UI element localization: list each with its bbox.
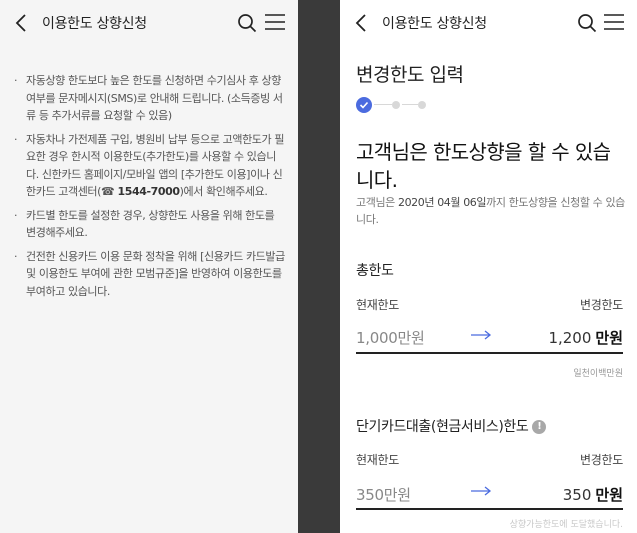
back-icon[interactable]: [352, 12, 372, 34]
section-title-total-limit: 총한도: [356, 263, 394, 279]
notice-list: 자동상향 한도보다 높은 한도를 신청하면 수기심사 후 상향여부를 문자메시지…: [14, 72, 286, 306]
step-connector: [374, 104, 392, 105]
amount-in-words: 일천이백만원: [573, 369, 623, 379]
step-connector: [402, 104, 418, 105]
new-limit-label: 변경한도: [580, 453, 623, 467]
notice-item: 건전한 신용카드 이용 문화 정착을 위해 [신용카드 카드발급 및 이용한도 …: [14, 248, 286, 301]
input-underline: [356, 352, 623, 354]
section-title-cash-limit: 단기카드대출(현금서비스)한도!: [356, 416, 547, 436]
notice-text: )에서 확인해주세요.: [179, 185, 268, 198]
check-icon: [359, 101, 369, 109]
left-screen: 이용한도 상향신청 자동상향 한도보다 높은 한도를 신청하면 수기심사 후 상…: [0, 0, 298, 533]
notice-item: 자동차나 가전제품 구입, 병원비 납부 등으로 고액한도가 필요한 경우 한시…: [14, 131, 286, 201]
menu-icon[interactable]: [264, 12, 286, 32]
new-limit-value: 1,200: [548, 329, 592, 347]
subtext: 고객님은 2020년 04월 06일까지 한도상향을 신청할 수 있습니다.: [356, 196, 625, 226]
current-limit-value: 350만원: [356, 486, 411, 504]
headline: 고객님은 한도상향을 할 수 있습니다.: [356, 140, 611, 192]
new-limit-input[interactable]: 350 만원: [563, 484, 623, 505]
arrow-right-icon: [471, 486, 492, 496]
step-pending: [392, 101, 400, 109]
menu-icon[interactable]: [603, 12, 625, 32]
page-title: 이용한도 상향신청: [42, 16, 147, 32]
header: 이용한도 상향신청: [0, 0, 298, 48]
new-limit-value: 350: [562, 486, 592, 504]
current-limit-label: 현재한도: [356, 453, 399, 467]
new-limit-input[interactable]: 1,200 만원: [548, 327, 623, 348]
unit-label: 만원: [595, 329, 623, 347]
stepper: [356, 97, 446, 113]
step-title: 변경한도 입력: [356, 64, 464, 86]
current-limit-label: 현재한도: [356, 298, 399, 312]
arrow-right-icon: [471, 330, 492, 340]
info-icon[interactable]: !: [532, 420, 547, 434]
back-icon[interactable]: [12, 12, 32, 34]
right-screen: 이용한도 상향신청 변경한도 입력 고객님은 한도상향을 할 수 있습니다. 고…: [340, 0, 637, 533]
notice-item: 자동상향 한도보다 높은 한도를 신청하면 수기심사 후 상향여부를 문자메시지…: [14, 72, 286, 125]
limit-reached-hint: 상향가능한도에 도달했습니다.: [509, 520, 623, 530]
step-pending: [418, 101, 426, 109]
page-title: 이용한도 상향신청: [382, 16, 487, 32]
search-icon[interactable]: [237, 13, 257, 33]
input-underline: [356, 508, 623, 510]
unit-label: 만원: [595, 486, 623, 504]
deadline-date: 2020년 04월 06일: [397, 196, 487, 209]
screen-divider: [298, 0, 340, 533]
phone-number: 1544-7000: [117, 185, 180, 198]
notice-item: 카드별 한도를 설정한 경우, 상향한도 사용을 위해 한도를 변경해주세요.: [14, 207, 286, 242]
step-current: [356, 97, 372, 113]
search-icon[interactable]: [577, 13, 597, 33]
header: 이용한도 상향신청: [340, 0, 637, 48]
current-limit-value: 1,000만원: [356, 329, 425, 347]
new-limit-label: 변경한도: [580, 298, 623, 312]
